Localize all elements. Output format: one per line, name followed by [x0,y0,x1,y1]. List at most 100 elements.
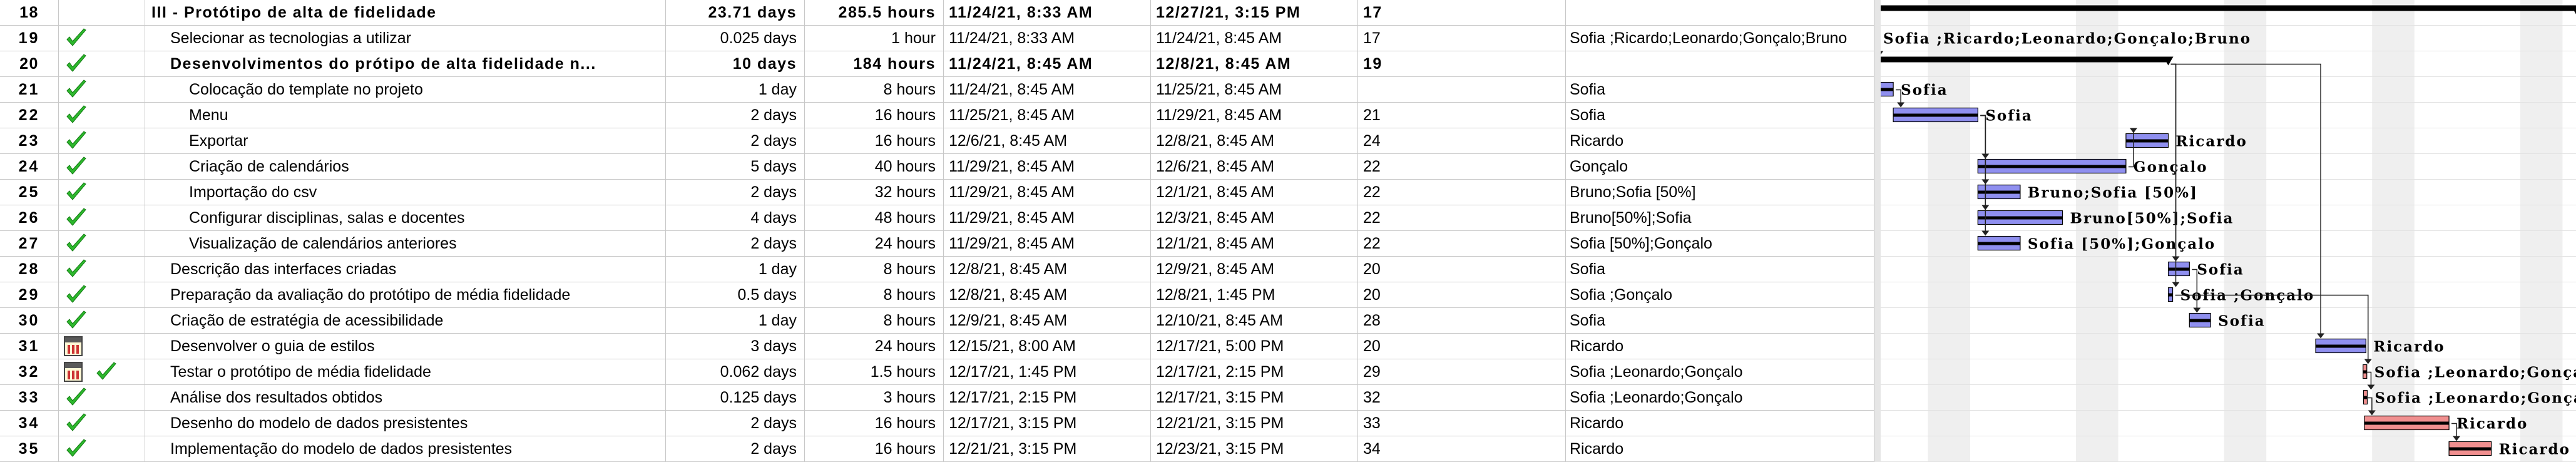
task-id-cell[interactable]: 28 [0,257,59,282]
indicators-cell[interactable] [59,385,145,410]
table-row[interactable]: 20 Desenvolvimentos do prótipo de alta fi… [0,51,1874,77]
finish-cell[interactable]: 12/1/21, 8:45 AM [1151,180,1358,205]
duration-cell[interactable]: 2 days [666,411,805,436]
duration-cell[interactable]: 2 days [666,103,805,128]
duration-cell[interactable]: 2 days [666,436,805,461]
indicators-cell[interactable] [59,231,145,256]
start-cell[interactable]: 12/8/21, 8:45 AM [944,282,1151,307]
finish-cell[interactable]: 12/8/21, 8:45 AM [1151,128,1358,153]
indicators-cell[interactable] [59,154,145,179]
resources-cell[interactable] [1566,0,1874,25]
task-id-cell[interactable]: 24 [0,154,59,179]
task-name-cell[interactable]: Importação do csv [145,180,666,205]
duration-cell[interactable]: 2 days [666,231,805,256]
indicators-cell[interactable] [59,51,145,76]
duration-cell[interactable]: 1 day [666,77,805,102]
task-name-cell[interactable]: Testar o protótipo de média fidelidade [145,359,666,384]
start-cell[interactable]: 11/25/21, 8:45 AM [944,103,1151,128]
task-name-cell[interactable]: Colocação do template no projeto [145,77,666,102]
resources-cell[interactable]: Sofia [1566,308,1874,333]
task-id-cell[interactable]: 27 [0,231,59,256]
table-row[interactable]: 32 Testar o protótipo de média fidelidade… [0,359,1874,385]
work-cell[interactable]: 16 hours [805,411,944,436]
predecessors-cell[interactable]: 20 [1358,257,1566,282]
resources-cell[interactable]: Ricardo [1566,436,1874,461]
indicators-cell[interactable] [59,257,145,282]
task-name-cell[interactable]: Desenho do modelo de dados presistentes [145,411,666,436]
work-cell[interactable]: 16 hours [805,436,944,461]
finish-cell[interactable]: 12/17/21, 3:15 PM [1151,385,1358,410]
work-cell[interactable]: 16 hours [805,103,944,128]
resources-cell[interactable]: Ricardo [1566,411,1874,436]
predecessors-cell[interactable]: 19 [1358,51,1566,76]
start-cell[interactable]: 11/29/21, 8:45 AM [944,231,1151,256]
start-cell[interactable]: 12/17/21, 2:15 PM [944,385,1151,410]
task-id-cell[interactable]: 18 [0,0,59,25]
table-row[interactable]: 28 Descrição das interfaces criadas 1 day 8… [0,257,1874,282]
work-cell[interactable]: 1.5 hours [805,359,944,384]
task-name-cell[interactable]: Visualização de calendários anteriores [145,231,666,256]
indicators-cell[interactable] [59,308,145,333]
task-name-cell[interactable]: Análise dos resultados obtidos [145,385,666,410]
start-cell[interactable]: 11/24/21, 8:33 AM [944,0,1151,25]
split-bar[interactable] [1874,0,1881,462]
start-cell[interactable]: 12/8/21, 8:45 AM [944,257,1151,282]
start-cell[interactable]: 12/17/21, 1:45 PM [944,359,1151,384]
work-cell[interactable]: 8 hours [805,77,944,102]
indicators-cell[interactable] [59,334,145,359]
predecessors-cell[interactable]: 24 [1358,128,1566,153]
start-cell[interactable]: 12/15/21, 8:00 AM [944,334,1151,359]
work-cell[interactable]: 3 hours [805,385,944,410]
predecessors-cell[interactable]: 28 [1358,308,1566,333]
task-name-cell[interactable]: Descrição das interfaces criadas [145,257,666,282]
finish-cell[interactable]: 12/10/21, 8:45 AM [1151,308,1358,333]
table-row[interactable]: 21 Colocação do template no projeto 1 day 8… [0,77,1874,103]
indicators-cell[interactable] [59,180,145,205]
indicators-cell[interactable] [59,26,145,51]
task-name-cell[interactable]: III - Protótipo de alta de fidelidade [145,0,666,25]
start-cell[interactable]: 11/29/21, 8:45 AM [944,180,1151,205]
resources-cell[interactable]: Gonçalo [1566,154,1874,179]
finish-cell[interactable]: 12/8/21, 1:45 PM [1151,282,1358,307]
indicators-cell[interactable] [59,103,145,128]
work-cell[interactable]: 24 hours [805,334,944,359]
indicators-cell[interactable] [59,411,145,436]
table-row[interactable]: 34 Desenho do modelo de dados presistente… [0,411,1874,436]
duration-cell[interactable]: 0.025 days [666,26,805,51]
table-row[interactable]: 26 Configurar disciplinas, salas e docent… [0,205,1874,231]
task-name-cell[interactable]: Criação de calendários [145,154,666,179]
duration-cell[interactable]: 10 days [666,51,805,76]
task-id-cell[interactable]: 34 [0,411,59,436]
work-cell[interactable]: 8 hours [805,257,944,282]
task-name-cell[interactable]: Criação de estratégia de acessibilidade [145,308,666,333]
work-cell[interactable]: 1 hour [805,26,944,51]
predecessors-cell[interactable]: 22 [1358,180,1566,205]
resources-cell[interactable]: Sofia [1566,77,1874,102]
indicators-cell[interactable] [59,205,145,230]
duration-cell[interactable]: 1 day [666,257,805,282]
predecessors-cell[interactable] [1358,77,1566,102]
duration-cell[interactable]: 0.125 days [666,385,805,410]
work-cell[interactable]: 184 hours [805,51,944,76]
predecessors-cell[interactable]: 22 [1358,205,1566,230]
task-name-cell[interactable]: Selecionar as tecnologias a utilizar [145,26,666,51]
duration-cell[interactable]: 5 days [666,154,805,179]
finish-cell[interactable]: 12/23/21, 3:15 PM [1151,436,1358,461]
resources-cell[interactable]: Sofia [1566,257,1874,282]
resources-cell[interactable]: Ricardo [1566,334,1874,359]
table-row[interactable]: 27 Visualização de calendários anteriores… [0,231,1874,257]
resources-cell[interactable]: Sofia ;Leonardo;Gonçalo [1566,385,1874,410]
finish-cell[interactable]: 12/27/21, 3:15 PM [1151,0,1358,25]
predecessors-cell[interactable]: 32 [1358,385,1566,410]
predecessors-cell[interactable]: 20 [1358,282,1566,307]
finish-cell[interactable]: 12/9/21, 8:45 AM [1151,257,1358,282]
finish-cell[interactable]: 12/8/21, 8:45 AM [1151,51,1358,76]
resources-cell[interactable] [1566,51,1874,76]
indicators-cell[interactable] [59,0,145,25]
work-cell[interactable]: 8 hours [805,308,944,333]
start-cell[interactable]: 11/29/21, 8:45 AM [944,205,1151,230]
predecessors-cell[interactable]: 17 [1358,0,1566,25]
duration-cell[interactable]: 1 day [666,308,805,333]
task-name-cell[interactable]: Menu [145,103,666,128]
predecessors-cell[interactable]: 17 [1358,26,1566,51]
